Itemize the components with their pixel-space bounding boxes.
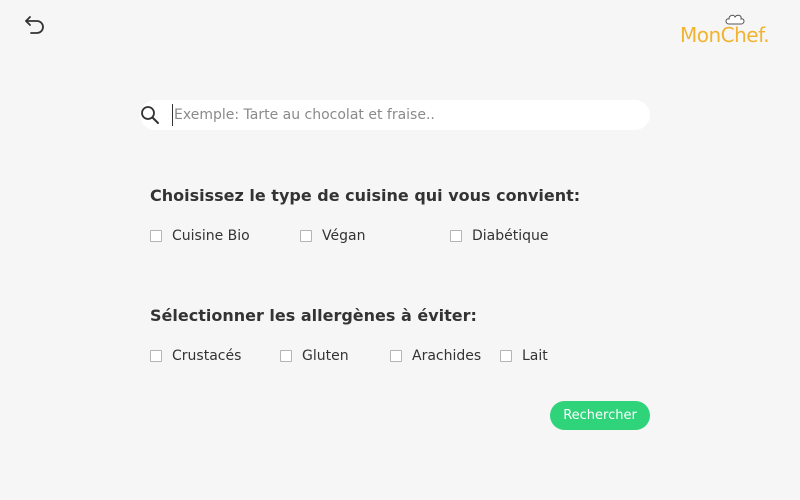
logo-text: MonChef.: [680, 23, 770, 47]
checkbox-arachides[interactable]: Arachides: [390, 346, 481, 366]
checkbox-box[interactable]: [450, 230, 462, 242]
checkbox-label: Cuisine Bio: [172, 228, 250, 244]
checkbox-label: Diabétique: [472, 228, 549, 244]
checkbox-lait[interactable]: Lait: [500, 346, 548, 366]
checkbox-box[interactable]: [300, 230, 312, 242]
checkbox-gluten[interactable]: Gluten: [280, 346, 349, 366]
search-input[interactable]: [172, 104, 634, 126]
checkbox-crustaces[interactable]: Crustacés: [150, 346, 241, 366]
back-button[interactable]: [22, 12, 48, 38]
allergens-title: Sélectionner les allergènes à éviter:: [150, 306, 477, 325]
checkbox-label: Gluten: [302, 348, 349, 364]
search-bar[interactable]: [140, 100, 650, 130]
checkbox-vegan[interactable]: Végan: [300, 226, 365, 246]
checkbox-box[interactable]: [150, 350, 162, 362]
checkbox-cuisine-bio[interactable]: Cuisine Bio: [150, 226, 250, 246]
monchef-logo: MonChef.: [680, 14, 772, 50]
checkbox-box[interactable]: [500, 350, 512, 362]
search-button[interactable]: Rechercher: [550, 401, 650, 430]
checkbox-diabetique[interactable]: Diabétique: [450, 226, 549, 246]
checkbox-label: Lait: [522, 348, 548, 364]
search-icon[interactable]: [140, 105, 160, 125]
checkbox-box[interactable]: [280, 350, 292, 362]
undo-arrow-icon: [25, 16, 44, 34]
cuisine-type-title: Choisissez le type de cuisine qui vous c…: [150, 186, 581, 205]
checkbox-box[interactable]: [390, 350, 402, 362]
checkbox-label: Crustacés: [172, 348, 242, 364]
checkbox-label: Arachides: [412, 348, 482, 364]
checkbox-label: Végan: [322, 228, 366, 244]
checkbox-box[interactable]: [150, 230, 162, 242]
